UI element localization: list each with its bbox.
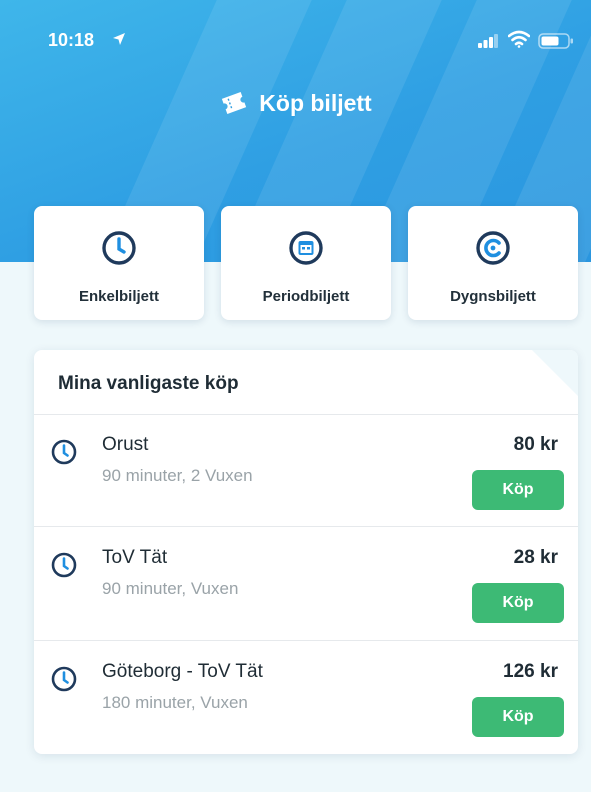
page-header: Köp biljett	[0, 86, 591, 120]
status-bar: 10:18	[0, 0, 591, 80]
day-ticket-icon	[476, 231, 510, 265]
buy-button[interactable]: Köp	[472, 583, 564, 623]
list-item[interactable]: Orust 90 minuter, 2 Vuxen 80 kr Köp	[34, 414, 578, 526]
tile-label: Periodbiljett	[262, 288, 350, 305]
list-item[interactable]: Göteborg - ToV Tät 180 minuter, Vuxen 12…	[34, 641, 578, 753]
battery-icon	[538, 33, 573, 49]
page-title: Köp biljett	[259, 89, 372, 116]
ticket-details: 90 minuter, Vuxen	[102, 579, 239, 598]
tile-label: Enkelbiljett	[78, 288, 160, 305]
ticket-name: Göteborg - ToV Tät	[102, 661, 263, 682]
ticket-icon	[222, 92, 247, 114]
ticket-price: 126 kr	[503, 661, 558, 682]
buy-button[interactable]: Köp	[472, 697, 564, 737]
wifi-icon	[508, 30, 530, 48]
calendar-icon	[289, 231, 323, 265]
buy-button[interactable]: Köp	[472, 470, 564, 510]
ticket-price: 28 kr	[513, 547, 558, 568]
tile-label: Dygnsbiljett	[450, 288, 536, 305]
ticket-name: Orust	[102, 434, 149, 455]
clock-icon	[51, 666, 77, 692]
location-arrow-icon	[113, 33, 125, 45]
frequent-purchases-card: Mina vanligaste köp Orust 90 minuter, 2 …	[34, 350, 578, 754]
tile-single-ticket[interactable]: Enkelbiljett	[34, 206, 204, 320]
clock-icon	[51, 439, 77, 465]
ticket-name: ToV Tät	[102, 547, 168, 568]
tile-day-ticket[interactable]: Dygnsbiljett	[408, 206, 578, 320]
tile-period-ticket[interactable]: Periodbiljett	[221, 206, 391, 320]
status-time: 10:18	[48, 30, 95, 50]
section-title: Mina vanligaste köp	[58, 373, 239, 394]
list-item[interactable]: ToV Tät 90 minuter, Vuxen 28 kr Köp	[34, 527, 578, 639]
clock-icon	[102, 231, 136, 265]
cellular-signal-icon	[478, 34, 498, 48]
ticket-price: 80 kr	[513, 434, 558, 455]
ticket-details: 180 minuter, Vuxen	[102, 693, 248, 712]
ticket-details: 90 minuter, 2 Vuxen	[102, 466, 253, 485]
card-corner-fold	[532, 350, 578, 396]
clock-icon	[51, 552, 77, 578]
